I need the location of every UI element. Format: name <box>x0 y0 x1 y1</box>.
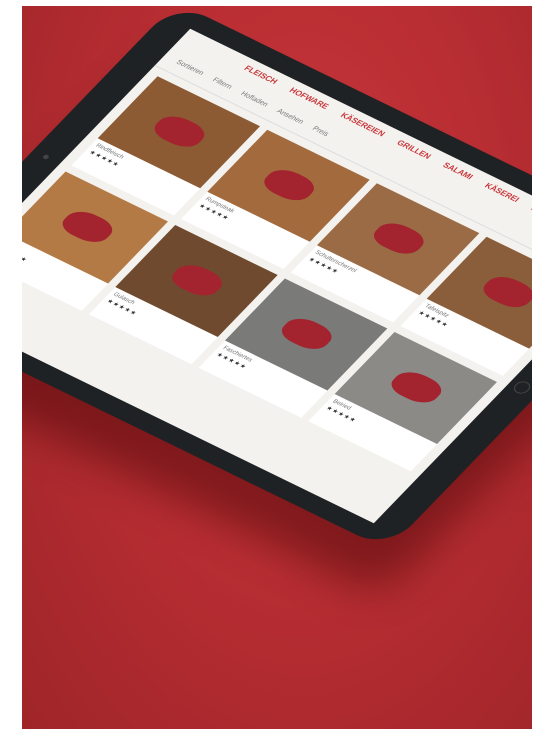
photo-background: FLEISCH HOFWARE KÄSEREIEN GRILLEN SALAMI… <box>22 6 532 729</box>
meat-image <box>368 218 430 260</box>
meat-image <box>166 259 228 301</box>
tablet-device: FLEISCH HOFWARE KÄSEREIEN GRILLEN SALAMI… <box>22 6 532 551</box>
meat-image <box>477 271 532 313</box>
meat-image <box>148 111 211 153</box>
meat-image <box>385 366 448 408</box>
product-grid: Rindfleisch ★★★★★ Rumpsteak ★★★★★ Schultersc… <box>22 66 532 482</box>
meat-image <box>276 313 338 355</box>
tablet-screen: FLEISCH HOFWARE KÄSEREIEN GRILLEN SALAMI… <box>22 28 532 524</box>
meat-image <box>258 164 320 206</box>
camera <box>41 153 50 160</box>
meat-image <box>56 206 119 248</box>
home-button[interactable] <box>510 379 532 396</box>
